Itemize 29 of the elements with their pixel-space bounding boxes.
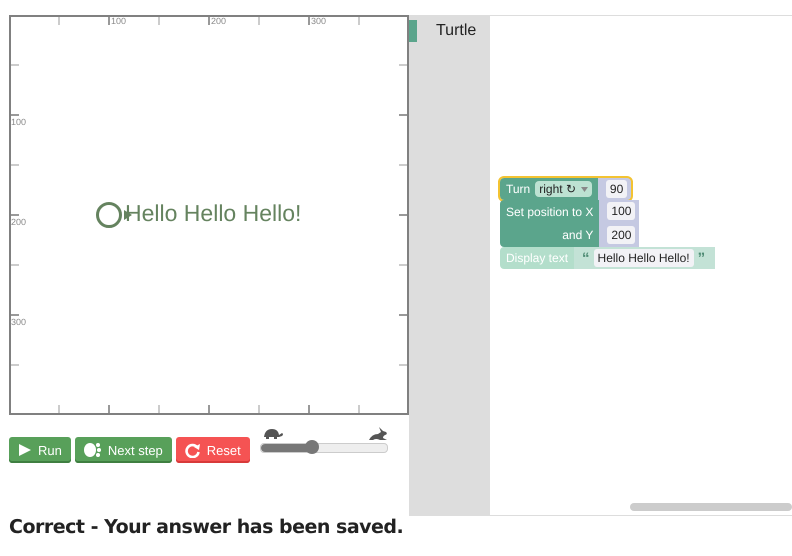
tick-label: 100 xyxy=(111,16,126,26)
toolbox-category[interactable]: Turtle xyxy=(409,20,490,42)
tick-label: 200 xyxy=(211,16,226,26)
number-field[interactable]: 90 xyxy=(606,180,628,198)
block-label: Turn xyxy=(506,182,530,196)
turtle-text: Hello Hello Hello! xyxy=(125,200,302,226)
tick-label: 100 xyxy=(11,117,26,127)
number-field[interactable]: 100 xyxy=(607,202,636,220)
turtle-icon xyxy=(262,427,284,439)
slider-thumb[interactable] xyxy=(305,440,320,454)
speed-slider[interactable] xyxy=(260,443,388,453)
number-field[interactable]: 200 xyxy=(607,226,636,244)
caret-icon xyxy=(580,187,588,192)
footprint-icon xyxy=(84,442,102,458)
quote-mark: ” xyxy=(698,250,706,266)
block-label: Set position to X xyxy=(506,205,594,219)
quote-mark: “ xyxy=(582,250,590,266)
tick-label: 300 xyxy=(311,16,326,26)
direction-dropdown[interactable]: right ↻ xyxy=(535,181,592,197)
play-icon xyxy=(18,443,32,457)
tick-label: 300 xyxy=(11,317,26,327)
reset-icon xyxy=(184,442,201,458)
block-label: Display text xyxy=(506,251,568,265)
rabbit-icon xyxy=(368,427,388,441)
text-field[interactable]: Hello Hello Hello! xyxy=(594,249,694,267)
result-message: Correct - Your answer has been saved. xyxy=(9,516,404,538)
tick-label: 200 xyxy=(11,217,26,227)
scrollbar[interactable] xyxy=(630,503,792,511)
block-label: and Y xyxy=(561,228,594,242)
